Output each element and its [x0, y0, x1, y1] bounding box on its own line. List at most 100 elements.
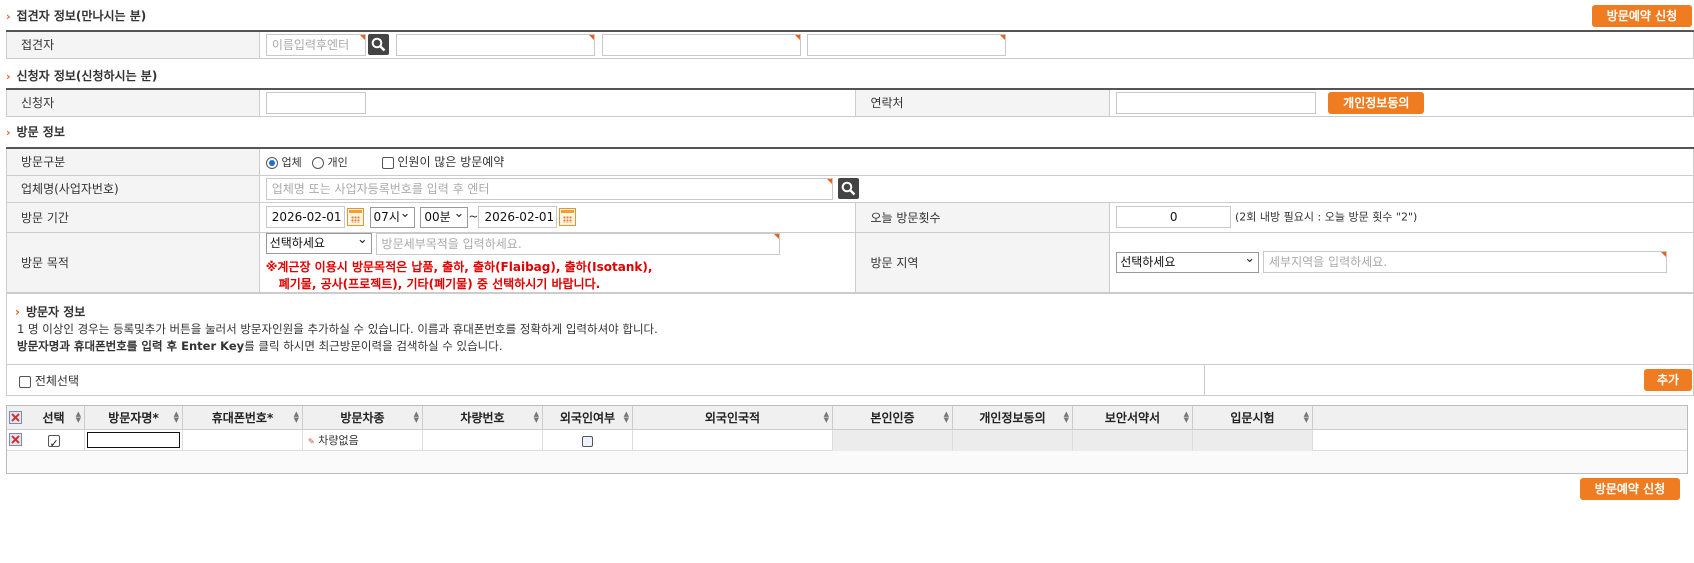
row-vehicle-type-cell[interactable]: ✎ 차량없음 [303, 430, 423, 451]
submit-visit-button-top[interactable]: 방문예약 신청 [1592, 5, 1692, 27]
area-detail-input[interactable]: 세부지역을 입력하세요. [1263, 251, 1668, 273]
today-count-label: 오늘 방문횟수 [855, 201, 1111, 233]
start-min-select[interactable]: 00분 [420, 204, 469, 228]
grid-col-entry-test[interactable]: 입문시험 ▲ ▼ [1193, 406, 1313, 430]
grid-col-phone[interactable]: 휴대폰번호* ▲ ▼ [183, 406, 303, 430]
applicant-section-title-text: 신청자 정보(신청하시는 분) [16, 69, 158, 83]
purpose-select[interactable]: 선택하세요 [265, 230, 372, 254]
visitor-info-title-text: 방문자 정보 [25, 305, 86, 319]
purpose-detail-input[interactable]: 방문세부목적을 입력하세요. [375, 232, 780, 255]
sort-icon: ▲ ▼ [943, 410, 949, 424]
end-date-input[interactable]: 2026-02-01 [478, 206, 558, 228]
select-all-label: 전체선택 [34, 374, 79, 388]
select-all-checkbox[interactable] [19, 375, 31, 388]
grid-col-vehicle-no[interactable]: 차량번호 ▲ ▼ [423, 406, 543, 430]
sort-icon: ▲ ▼ [533, 410, 539, 424]
period-tilde: ~ [468, 209, 479, 224]
row-verification-cell [833, 430, 953, 451]
row-privacy-cell [953, 430, 1073, 451]
visitor-info-line-2: 방문자명과 휴대폰번호를 입력 후 Enter Key를 클릭 하시면 최근방문… [17, 338, 503, 354]
select-all-wrap: 전체선택 [19, 372, 79, 389]
delete-all-icon[interactable] [9, 411, 22, 424]
applicant-label: 신청자 [6, 88, 260, 117]
end-calendar-icon[interactable] [559, 208, 577, 226]
grid-col-nationality[interactable]: 외국인국적 ▲ ▼ [633, 406, 833, 430]
visitor-info-line-1: 1 명 이상인 경우는 등록및추가 버튼을 눌러서 방문자인원을 추가하실 수 … [17, 322, 658, 336]
grid-col-verification[interactable]: 본인인증 ▲ ▼ [833, 406, 953, 430]
row-nationality-cell[interactable] [633, 430, 833, 451]
sort-icon: ▲ ▼ [823, 410, 829, 424]
row-foreigner-cell [543, 430, 633, 451]
grid-col-vehicle-type[interactable]: 방문차종 ▲ ▼ [303, 406, 423, 430]
privacy-consent-button[interactable]: 개인정보동의 [1328, 91, 1425, 114]
grid-col-foreigner[interactable]: 외국인여부 ▲ ▼ [543, 406, 633, 430]
many-people-checkbox[interactable] [381, 156, 394, 169]
grid-col-entry-test-text: 입문시험 [1230, 411, 1275, 425]
row-vehicle-no-cell[interactable] [423, 430, 543, 451]
delete-row-icon[interactable] [9, 433, 22, 446]
sort-icon: ▲ ▼ [293, 410, 299, 424]
divider [1204, 365, 1205, 395]
host-section-title: › 접견자 정보(만나시는 분) [6, 6, 146, 26]
grid-col-privacy[interactable]: 개인정보동의 ▲ ▼ [953, 406, 1073, 430]
sort-icon: ▲ ▼ [1063, 410, 1069, 424]
visitor-info-line-2-bold: 방문자명과 휴대폰번호를 입력 후 Enter Key [17, 339, 245, 353]
grid-col-name-text: 방문자명* [108, 411, 159, 425]
contact-label: 연락처 [855, 88, 1111, 117]
grid-col-verification-text: 본인인증 [870, 411, 915, 425]
host-dept-input[interactable] [395, 33, 595, 56]
add-visitor-button[interactable]: 추가 [1644, 369, 1692, 391]
today-count-note: (2회 내방 필요시 : 오늘 방문 횟수 "2") [1235, 210, 1418, 224]
host-contact-input[interactable] [807, 33, 1007, 56]
row-security-cell [1073, 430, 1193, 451]
grid-col-privacy-text: 개인정보동의 [979, 411, 1046, 425]
row-select-checkbox[interactable] [47, 433, 60, 454]
row-name-cell [85, 430, 183, 451]
row-name-input[interactable] [87, 432, 180, 448]
row-select-cell [23, 430, 85, 454]
start-calendar-icon[interactable] [346, 208, 364, 226]
start-date-input[interactable]: 2026-02-01 [265, 206, 345, 228]
start-hour-select[interactable]: 07시 [369, 204, 415, 228]
period-label: 방문 기간 [6, 201, 260, 233]
contact-input[interactable] [1116, 91, 1317, 114]
grid-col-foreigner-text: 외국인여부 [559, 411, 616, 425]
today-count-input[interactable]: 0 [1116, 206, 1232, 228]
sort-icon: ▲ ▼ [1183, 410, 1189, 424]
visit-table: 방문구분 업체 개인 인원이 많은 방문예약 업체명(사업자번호) 업체명 또는… [6, 147, 1694, 293]
applicant-name-input[interactable] [265, 91, 366, 114]
company-search-button[interactable] [837, 178, 859, 199]
sort-icon: ▲ ▼ [1303, 410, 1309, 424]
sort-icon: ▲ ▼ [413, 410, 419, 424]
host-section-title-text: 접견자 정보(만나시는 분) [16, 9, 147, 23]
host-search-button[interactable] [367, 34, 389, 56]
host-position-input[interactable] [601, 33, 801, 56]
submit-visit-button-bottom[interactable]: 방문예약 신청 [1580, 478, 1680, 500]
grid-col-phone-text: 휴대폰번호* [211, 411, 274, 425]
grid-col-vehicle-no-text: 차량번호 [460, 411, 505, 425]
company-input[interactable]: 업체명 또는 사업자등록번호를 입력 후 엔터 [265, 177, 833, 200]
row-foreigner-checkbox[interactable] [582, 435, 593, 447]
edit-icon: ✎ [308, 437, 315, 446]
grid-col-security[interactable]: 보안서약서 ▲ ▼ [1073, 406, 1193, 430]
row-phone-cell[interactable] [183, 430, 303, 451]
purpose-notice-line-2: 폐기물, 공사(프로젝트), 기타(폐기물) 중 선택하시기 바랍니다. [278, 276, 601, 291]
purpose-label: 방문 목적 [6, 231, 260, 293]
grid-col-security-text: 보안서약서 [1104, 411, 1161, 425]
type-personal-radio[interactable] [311, 156, 324, 169]
host-name-input[interactable]: 이름입력후엔터 [265, 33, 366, 56]
grid-col-select[interactable]: 선택 ▲ ▼ [23, 406, 85, 430]
area-select[interactable]: 선택하세요 [1116, 249, 1260, 273]
sort-icon: ▲ ▼ [75, 410, 81, 424]
type-company-radio[interactable] [265, 156, 278, 169]
purpose-notice-line-1: ※계근장 이용시 방문목적은 납품, 출하, 출하(Flaibag), 출하(I… [265, 259, 653, 274]
applicant-table: 신청자 연락처 개인정보동의 [6, 88, 1694, 117]
visit-type-label: 방문구분 [6, 147, 260, 176]
grid-col-name[interactable]: 방문자명* ▲ ▼ [85, 406, 183, 430]
row-entry-test-cell [1193, 430, 1313, 451]
search-icon [371, 37, 386, 52]
sort-icon: ▲ ▼ [173, 410, 179, 424]
visitor-info-box: › 방문자 정보 1 명 이상인 경우는 등록및추가 버튼을 눌러서 방문자인원을… [6, 293, 1694, 365]
grid-col-select-text: 선택 [42, 411, 65, 425]
section-arrow-icon: › [6, 10, 11, 23]
